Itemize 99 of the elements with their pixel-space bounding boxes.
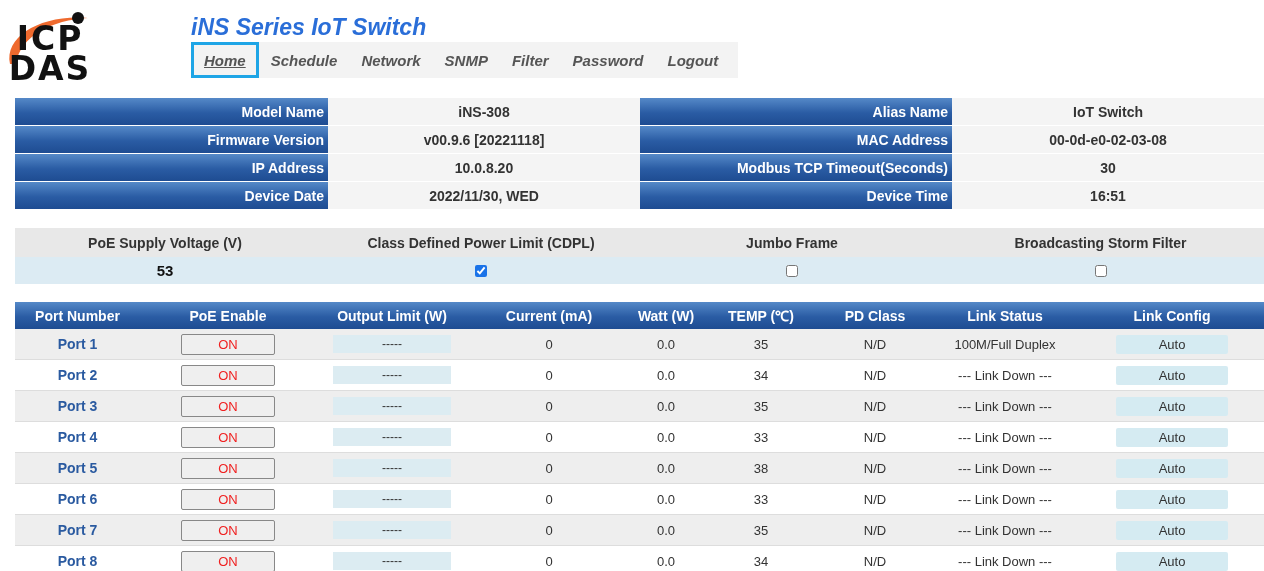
column-header: Watt (W) bbox=[630, 302, 702, 329]
table-cell: N/D bbox=[820, 391, 930, 422]
poe-toggle-button[interactable]: ON bbox=[181, 457, 275, 479]
output-limit-field[interactable]: ----- bbox=[333, 490, 451, 508]
port-label: Port 3 bbox=[57, 398, 98, 414]
table-cell: 35 bbox=[702, 515, 820, 546]
poe-toggle-button[interactable]: ON bbox=[181, 519, 275, 541]
field-value: 30 bbox=[952, 154, 1264, 182]
table-cell: 0 bbox=[468, 546, 630, 571]
column-header: PD Class bbox=[820, 302, 930, 329]
port-label: Port 2 bbox=[57, 367, 98, 383]
field-value: v00.9.6 [20221118] bbox=[328, 126, 640, 154]
link-config-field[interactable]: Auto bbox=[1116, 334, 1228, 354]
nav-link[interactable]: Filter bbox=[499, 42, 561, 78]
nav-link[interactable]: Password bbox=[560, 42, 656, 78]
nav-link[interactable]: Home bbox=[191, 42, 259, 78]
nav-link[interactable]: Network bbox=[349, 42, 433, 78]
field-label: Firmware Version bbox=[15, 126, 328, 154]
table-cell: N/D bbox=[820, 546, 930, 571]
column-header: Link Config bbox=[1080, 302, 1264, 329]
field-label: Device Time bbox=[640, 182, 952, 210]
field-label: Alias Name bbox=[640, 98, 952, 126]
table-cell: 38 bbox=[702, 453, 820, 484]
output-limit-field[interactable]: ----- bbox=[333, 335, 451, 353]
column-header: TEMP (℃) bbox=[702, 302, 820, 329]
poe-toggle-button[interactable]: ON bbox=[181, 550, 275, 571]
field-value: iNS-308 bbox=[328, 98, 640, 126]
table-cell: 0.0 bbox=[630, 453, 702, 484]
field-value: IoT Switch bbox=[952, 98, 1264, 126]
link-config-field[interactable]: Auto bbox=[1116, 396, 1228, 416]
table-cell: --- Link Down --- bbox=[930, 453, 1080, 484]
field-value: 2022/11/30, WED bbox=[328, 182, 640, 210]
output-limit-field[interactable]: ----- bbox=[333, 521, 451, 539]
table-cell: N/D bbox=[820, 329, 930, 360]
port-label: Port 6 bbox=[57, 491, 98, 507]
checkbox[interactable] bbox=[1094, 264, 1107, 277]
table-cell: 35 bbox=[702, 391, 820, 422]
checkbox[interactable] bbox=[786, 264, 798, 277]
port-label: Port 1 bbox=[57, 336, 98, 352]
table-cell: 34 bbox=[702, 546, 820, 571]
table-cell: 0.0 bbox=[630, 391, 702, 422]
output-limit-field[interactable]: ----- bbox=[333, 428, 451, 446]
table-cell: 0.0 bbox=[630, 329, 702, 360]
link-config-field[interactable]: Auto bbox=[1116, 489, 1228, 509]
field-value: 00-0d-e0-02-03-08 bbox=[952, 126, 1264, 154]
poe-toggle-button[interactable]: ON bbox=[181, 364, 275, 386]
output-limit-field[interactable]: ----- bbox=[333, 366, 451, 384]
table-cell: N/D bbox=[820, 453, 930, 484]
table-cell: 35 bbox=[702, 329, 820, 360]
poe-toggle-button[interactable]: ON bbox=[181, 488, 275, 510]
table-cell: 0 bbox=[468, 515, 630, 546]
output-limit-field[interactable]: ----- bbox=[333, 459, 451, 477]
link-config-field[interactable]: Auto bbox=[1116, 551, 1228, 571]
link-config-field[interactable]: Auto bbox=[1116, 520, 1228, 540]
link-config-field[interactable]: Auto bbox=[1116, 427, 1228, 447]
nav-link[interactable]: Schedule bbox=[258, 42, 350, 78]
table-cell: --- Link Down --- bbox=[930, 546, 1080, 571]
column-header: Jumbo Frame bbox=[647, 228, 937, 257]
field-label: Modbus TCP Timeout(Seconds) bbox=[640, 154, 952, 182]
table-cell: --- Link Down --- bbox=[930, 515, 1080, 546]
column-header: Class Defined Power Limit (CDPL) bbox=[315, 228, 647, 257]
voltage-value: 53 bbox=[156, 262, 174, 279]
nav-link[interactable]: SNMP bbox=[432, 42, 500, 78]
port-label: Port 7 bbox=[57, 522, 98, 538]
column-header: Port Number bbox=[15, 302, 140, 329]
field-label: Model Name bbox=[15, 98, 328, 126]
field-label: IP Address bbox=[15, 154, 328, 182]
poe-toggle-button[interactable]: ON bbox=[181, 395, 275, 417]
table-cell: 0 bbox=[468, 391, 630, 422]
output-limit-field[interactable]: ----- bbox=[333, 397, 451, 415]
table-cell: 0 bbox=[468, 329, 630, 360]
field-value: 10.0.8.20 bbox=[328, 154, 640, 182]
field-value: 16:51 bbox=[952, 182, 1264, 210]
column-header: Link Status bbox=[930, 302, 1080, 329]
table-cell: 0.0 bbox=[630, 515, 702, 546]
field-label: MAC Address bbox=[640, 126, 952, 154]
nav-link[interactable]: Logout bbox=[655, 42, 731, 78]
checkbox[interactable] bbox=[475, 264, 487, 277]
table-cell: 0.0 bbox=[630, 546, 702, 571]
output-limit-field[interactable]: ----- bbox=[333, 552, 451, 570]
poe-toggle-button[interactable]: ON bbox=[181, 333, 275, 355]
column-header: PoE Supply Voltage (V) bbox=[15, 228, 315, 257]
poe-toggle-button[interactable]: ON bbox=[181, 426, 275, 448]
link-config-field[interactable]: Auto bbox=[1116, 458, 1228, 478]
column-header: PoE Enable bbox=[140, 302, 316, 329]
table-cell: N/D bbox=[820, 515, 930, 546]
column-header: Current (mA) bbox=[468, 302, 630, 329]
port-label: Port 5 bbox=[57, 460, 98, 476]
logo-text: DAS bbox=[8, 54, 92, 84]
port-label: Port 4 bbox=[57, 429, 98, 445]
link-config-field[interactable]: Auto bbox=[1116, 365, 1228, 385]
table-cell: 100M/Full Duplex bbox=[930, 329, 1080, 360]
page-title: iNS Series IoT Switch bbox=[191, 14, 428, 42]
column-header: Output Limit (W) bbox=[316, 302, 468, 329]
field-label: Device Date bbox=[15, 182, 328, 210]
table-cell: --- Link Down --- bbox=[930, 391, 1080, 422]
port-label: Port 8 bbox=[57, 553, 98, 569]
table-cell: 0 bbox=[468, 453, 630, 484]
column-header: Broadcasting Storm Filter bbox=[937, 228, 1264, 257]
